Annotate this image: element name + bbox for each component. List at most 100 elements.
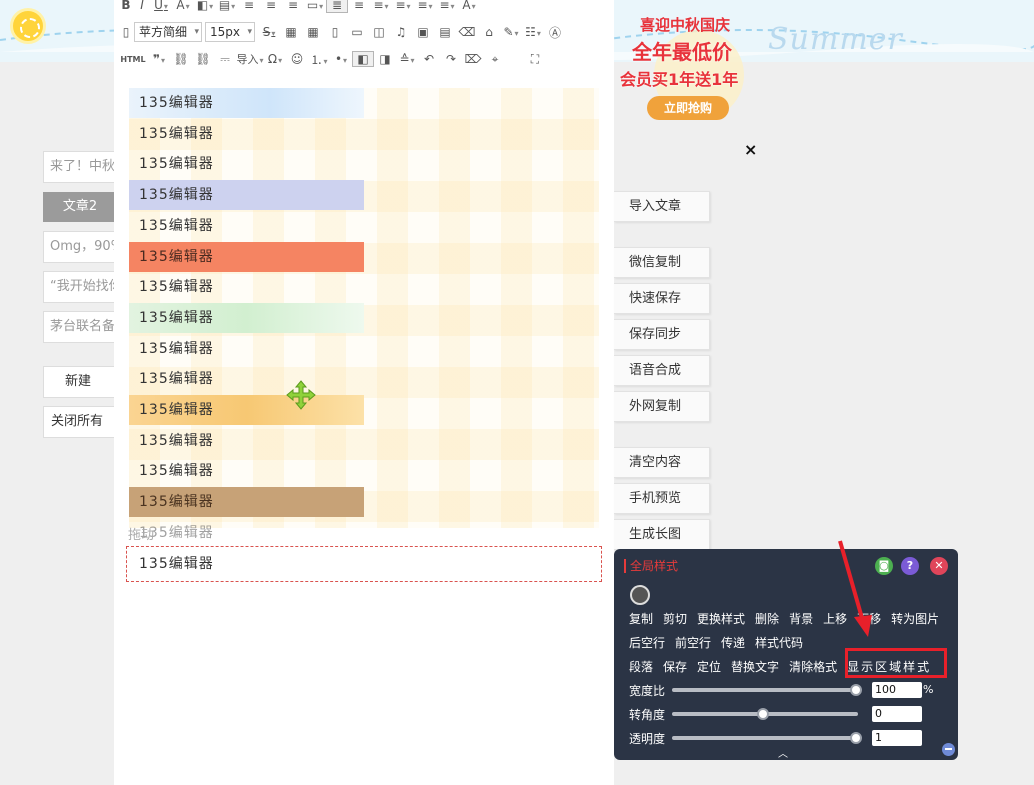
horizontal-rule-icon[interactable]: ⎓ — [214, 52, 236, 67]
fullscreen-icon[interactable]: ⛶ — [524, 52, 546, 67]
find-replace-icon[interactable]: Ⓐ — [544, 24, 566, 41]
article-tab-5[interactable]: 茅台联名备 — [43, 311, 117, 343]
save-action[interactable]: 保存 — [663, 660, 687, 674]
undo-icon[interactable]: ↶ — [418, 52, 440, 66]
row-spacing-icon[interactable]: ≡ — [414, 0, 436, 12]
close-ad-icon[interactable]: × — [744, 140, 757, 159]
image-icon[interactable]: ▭ — [346, 25, 368, 39]
location-icon[interactable]: ⌖ — [484, 52, 506, 67]
editor-row[interactable]: 135编辑器 — [129, 88, 364, 118]
locate-action[interactable]: 定位 — [697, 660, 721, 674]
replace-text-action[interactable]: 替换文字 — [731, 660, 779, 674]
cut-action[interactable]: 剪切 — [663, 612, 687, 626]
underline-icon[interactable]: U — [150, 0, 172, 12]
editor-row[interactable]: 135编辑器 — [129, 395, 364, 425]
generate-long-image-button[interactable]: 生成长图 — [614, 519, 710, 550]
html-source-icon[interactable]: HTML — [118, 55, 148, 64]
paragraph-action[interactable]: 段落 — [629, 660, 653, 674]
text-direction-icon[interactable]: ≙ — [396, 52, 418, 66]
strikethrough-icon[interactable]: S — [258, 25, 280, 39]
blank-before-action[interactable]: 前空行 — [675, 636, 711, 650]
format-brush-icon[interactable]: ⌂ — [478, 25, 500, 39]
article-tab-1[interactable]: 来了！中秋 — [43, 151, 117, 183]
opacity-input[interactable]: 1 — [872, 730, 922, 746]
bg-color-icon[interactable]: ◧ — [194, 0, 216, 12]
width-ratio-input[interactable]: 100 — [872, 682, 922, 698]
list-style-icon[interactable]: ☷ — [522, 25, 544, 39]
divider-icon[interactable]: ▤ — [434, 25, 456, 39]
justify-icon[interactable]: ≣ — [326, 0, 348, 13]
clear-content-button[interactable]: 清空内容 — [614, 447, 710, 478]
opacity-thumb[interactable] — [850, 732, 862, 744]
save-sync-button[interactable]: 保存同步 — [614, 319, 710, 350]
save-icon[interactable]: ◙ — [875, 557, 893, 575]
editor-row[interactable]: 135编辑器 — [129, 487, 364, 518]
width-ratio-thumb[interactable] — [850, 684, 862, 696]
editor-row[interactable]: 135编辑器 — [129, 241, 364, 272]
style-code-action[interactable]: 样式代码 — [755, 636, 803, 650]
article-tab-3[interactable]: Omg，90% — [43, 231, 117, 263]
editor-row[interactable]: 135编辑器 — [129, 180, 364, 211]
italic-icon[interactable]: I — [134, 0, 150, 12]
move-icon[interactable] — [286, 380, 316, 410]
editor-row[interactable]: 135编辑器 — [129, 426, 364, 456]
table-icon[interactable]: ▦ — [280, 25, 302, 39]
align-right-icon[interactable]: ≡ — [282, 0, 304, 12]
width-ratio-slider[interactable] — [672, 684, 862, 696]
selected-row-text[interactable]: 135编辑器 — [129, 549, 364, 579]
opacity-slider[interactable] — [672, 732, 862, 744]
editor-row[interactable]: 135编辑器 — [129, 211, 364, 241]
close-all-button[interactable]: 关闭所有 — [43, 406, 117, 438]
editor-row[interactable]: 135编辑器 — [129, 119, 364, 149]
font-size-select[interactable]: 15px — [205, 22, 256, 42]
font-size-icon[interactable]: A — [458, 0, 480, 12]
paragraph-spacing-icon[interactable]: ≡ — [392, 0, 414, 12]
promo-buy-button[interactable]: 立即抢购 — [647, 96, 729, 120]
attachment-icon[interactable]: ▯ — [324, 25, 346, 39]
editor-row[interactable]: 135编辑器 — [129, 149, 364, 179]
image-float-icon[interactable]: ▭ — [304, 0, 326, 12]
emoji-icon[interactable]: ☺ — [286, 52, 308, 66]
quote-icon[interactable]: ❞ — [148, 52, 170, 66]
quick-save-button[interactable]: 快速保存 — [614, 283, 710, 314]
rotation-slider[interactable] — [672, 708, 858, 720]
grid-icon[interactable]: ▦ — [302, 25, 324, 39]
import-menu[interactable]: 导入 — [236, 51, 264, 67]
promo-ad[interactable]: 喜迎中秋国庆 全年最低价 会员买1年送1年 立即抢购 — [614, 0, 764, 135]
link-icon[interactable]: ⛓ — [170, 52, 192, 66]
align-left-icon[interactable]: ≡ — [238, 0, 260, 12]
background-action[interactable]: 背景 — [789, 612, 813, 626]
copy-action[interactable]: 复制 — [629, 612, 653, 626]
indent-icon[interactable]: ≡ — [348, 0, 370, 12]
highlight-icon[interactable]: ▤ — [216, 0, 238, 12]
collapse-chevron-icon[interactable]: ︿ — [778, 745, 788, 760]
magic-wand-icon[interactable]: ✎ — [500, 25, 522, 39]
import-article-button[interactable]: 导入文章 — [614, 191, 710, 222]
editor-row[interactable]: 135编辑器 — [129, 456, 364, 486]
to-image-action[interactable]: 转为图片 — [891, 612, 939, 626]
new-doc-icon[interactable]: ▯ — [118, 25, 134, 39]
close-icon[interactable]: ✕ — [930, 557, 948, 575]
external-copy-button[interactable]: 外网复制 — [614, 391, 710, 422]
new-article-button[interactable]: 新建 — [43, 366, 117, 398]
align-center-icon[interactable]: ≡ — [260, 0, 282, 12]
font-color-icon[interactable]: A — [172, 0, 194, 12]
clear-format-action[interactable]: 清除格式 — [789, 660, 837, 674]
mobile-preview-button[interactable]: 手机预览 — [614, 483, 710, 514]
gallery-icon[interactable]: ◫ — [368, 25, 390, 39]
help-icon[interactable]: ? — [901, 557, 919, 575]
minimize-icon[interactable] — [942, 743, 955, 756]
change-style-action[interactable]: 更换样式 — [697, 612, 745, 626]
unlink-icon[interactable]: ⛓ — [192, 52, 214, 66]
eraser-icon[interactable]: ⌫ — [456, 25, 478, 39]
line-height-icon[interactable]: ≡ — [370, 0, 392, 12]
redo-icon[interactable]: ↷ — [440, 52, 462, 66]
special-char-icon[interactable]: Ω — [264, 52, 286, 66]
clear-icon[interactable]: ⌦ — [462, 52, 484, 66]
blank-after-action[interactable]: 后空行 — [629, 636, 665, 650]
editor-row[interactable]: 135编辑器 — [129, 334, 364, 364]
color-swatch[interactable] — [630, 585, 650, 605]
editor-row[interactable]: 135编辑器 — [129, 364, 364, 394]
editor-row[interactable]: 135编辑器 — [129, 302, 364, 333]
rotation-thumb[interactable] — [757, 708, 769, 720]
